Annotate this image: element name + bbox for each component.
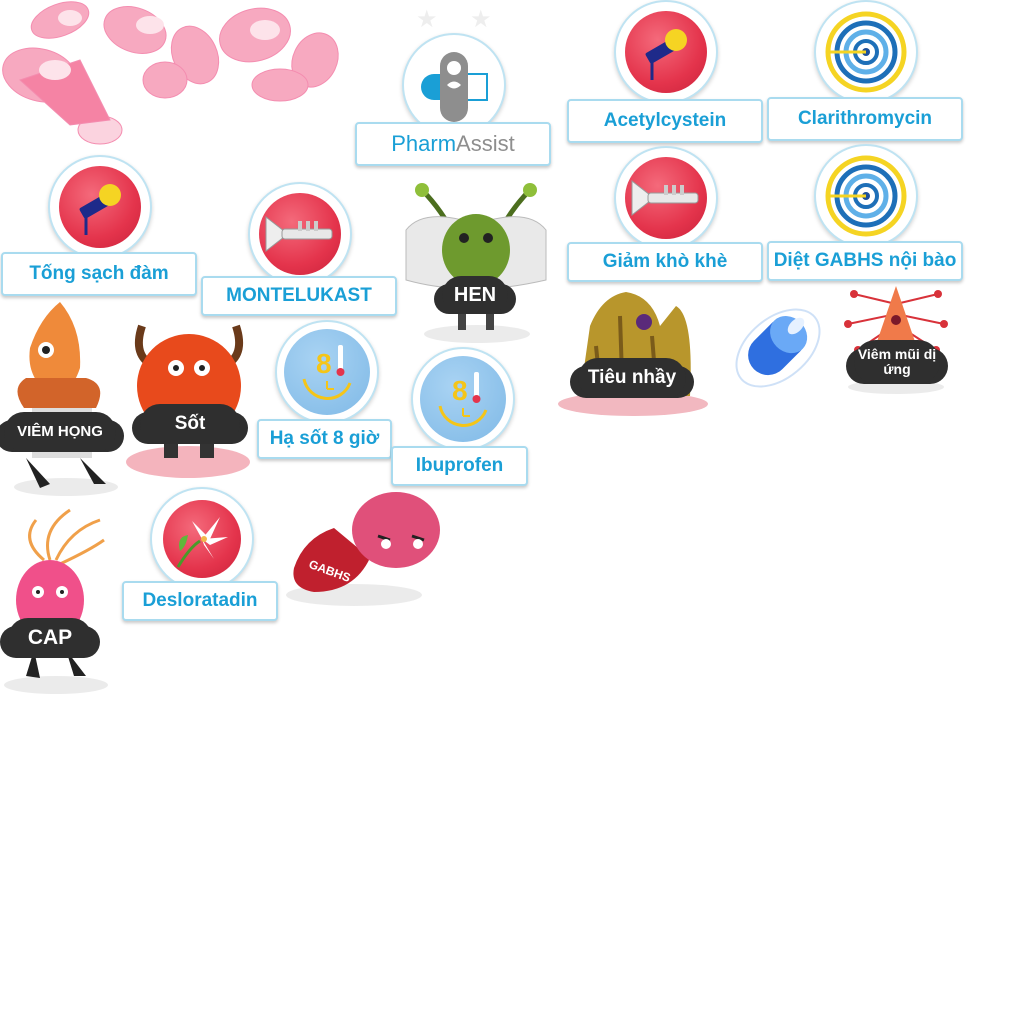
- drug-card-label: Hạ sốt 8 giờ: [257, 419, 392, 459]
- drug-card-label: Giảm khò khè: [567, 242, 763, 282]
- drug-card-label: Diệt GABHS nội bào: [767, 241, 963, 281]
- monster-name-cloud: HEN: [442, 276, 508, 314]
- drug-card-label: Desloratadin: [122, 581, 278, 621]
- star-icon: ★: [470, 6, 492, 33]
- svg-text:8: 8: [452, 375, 468, 406]
- monster-gabhs[interactable]: GABHS: [284, 488, 444, 610]
- red-blob-sprite: [293, 492, 440, 592]
- microphone-icon: [645, 29, 687, 80]
- monster-name-cloud: Tiêu nhầy: [578, 358, 686, 398]
- monster-cap[interactable]: CAP: [0, 500, 112, 696]
- drug-card-desloratadin[interactable]: Desloratadin: [122, 487, 278, 621]
- monster-sot[interactable]: Sốt: [124, 316, 254, 480]
- svg-text:8: 8: [316, 348, 332, 379]
- monster-name-cloud: Sốt: [140, 404, 240, 444]
- green-monster-sprite: [405, 183, 547, 330]
- monster-name-cloud: Viêm mũi dị ứng: [854, 340, 940, 384]
- drug-card-giam-kho-khe[interactable]: Giảm khò khè: [567, 146, 763, 282]
- star-icon: ★: [416, 6, 438, 33]
- lily-flower-icon: [176, 517, 228, 568]
- drug-card-clarithromycin[interactable]: Clarithromycin: [767, 0, 963, 141]
- drug-card-label: Clarithromycin: [767, 97, 963, 141]
- logo-text: Pharm Assist: [355, 122, 551, 166]
- trumpet-icon: [265, 215, 333, 253]
- pharmassist-logo: Pharm Assist: [355, 33, 551, 166]
- drug-card-label: MONTELUKAST: [201, 276, 397, 316]
- monster-name-cloud: VIÊM HỌNG: [4, 412, 116, 452]
- target-rings-icon: [825, 155, 907, 237]
- drug-card-label: Acetylcystein: [567, 99, 763, 143]
- monster-viem-hong[interactable]: VIÊM HỌNG: [0, 298, 122, 498]
- target-rings-icon: [825, 11, 907, 93]
- pink-monster-sprite: [16, 508, 105, 678]
- clock-8-icon: 8: [438, 372, 488, 427]
- monster-name-cloud: CAP: [8, 618, 92, 658]
- monster-tieu-nhay[interactable]: Tiêu nhầy: [556, 286, 711, 420]
- trumpet-icon: [631, 179, 699, 217]
- monster-hen[interactable]: HEN: [402, 180, 550, 345]
- drug-card-acetylcystein[interactable]: Acetylcystein: [567, 0, 763, 143]
- drug-card-ha-sot[interactable]: 8 Hạ sốt 8 giờ: [257, 320, 392, 459]
- drug-card-label: Tống sạch đàm: [1, 252, 197, 296]
- drug-card-montelukast[interactable]: MONTELUKAST: [201, 182, 397, 316]
- clock-8-icon: 8: [302, 345, 352, 400]
- microphone-icon: [79, 184, 121, 235]
- monster-viem-mui[interactable]: Viêm mũi dị ứng: [844, 284, 949, 396]
- drug-card-label: Ibuprofen: [391, 446, 528, 486]
- drug-card-ibuprofen[interactable]: 8 Ibuprofen: [391, 347, 528, 486]
- drug-card-diet-gabhs[interactable]: Diệt GABHS nội bào: [767, 144, 963, 281]
- orange-creature-sprite: [17, 302, 106, 488]
- blue-capsule-sprite: [735, 308, 821, 388]
- pink-shard-sprites: [2, 1, 339, 145]
- capsule-logo-icon: [421, 52, 488, 122]
- drug-card-tong-sach-dam[interactable]: Tống sạch đàm: [1, 155, 197, 296]
